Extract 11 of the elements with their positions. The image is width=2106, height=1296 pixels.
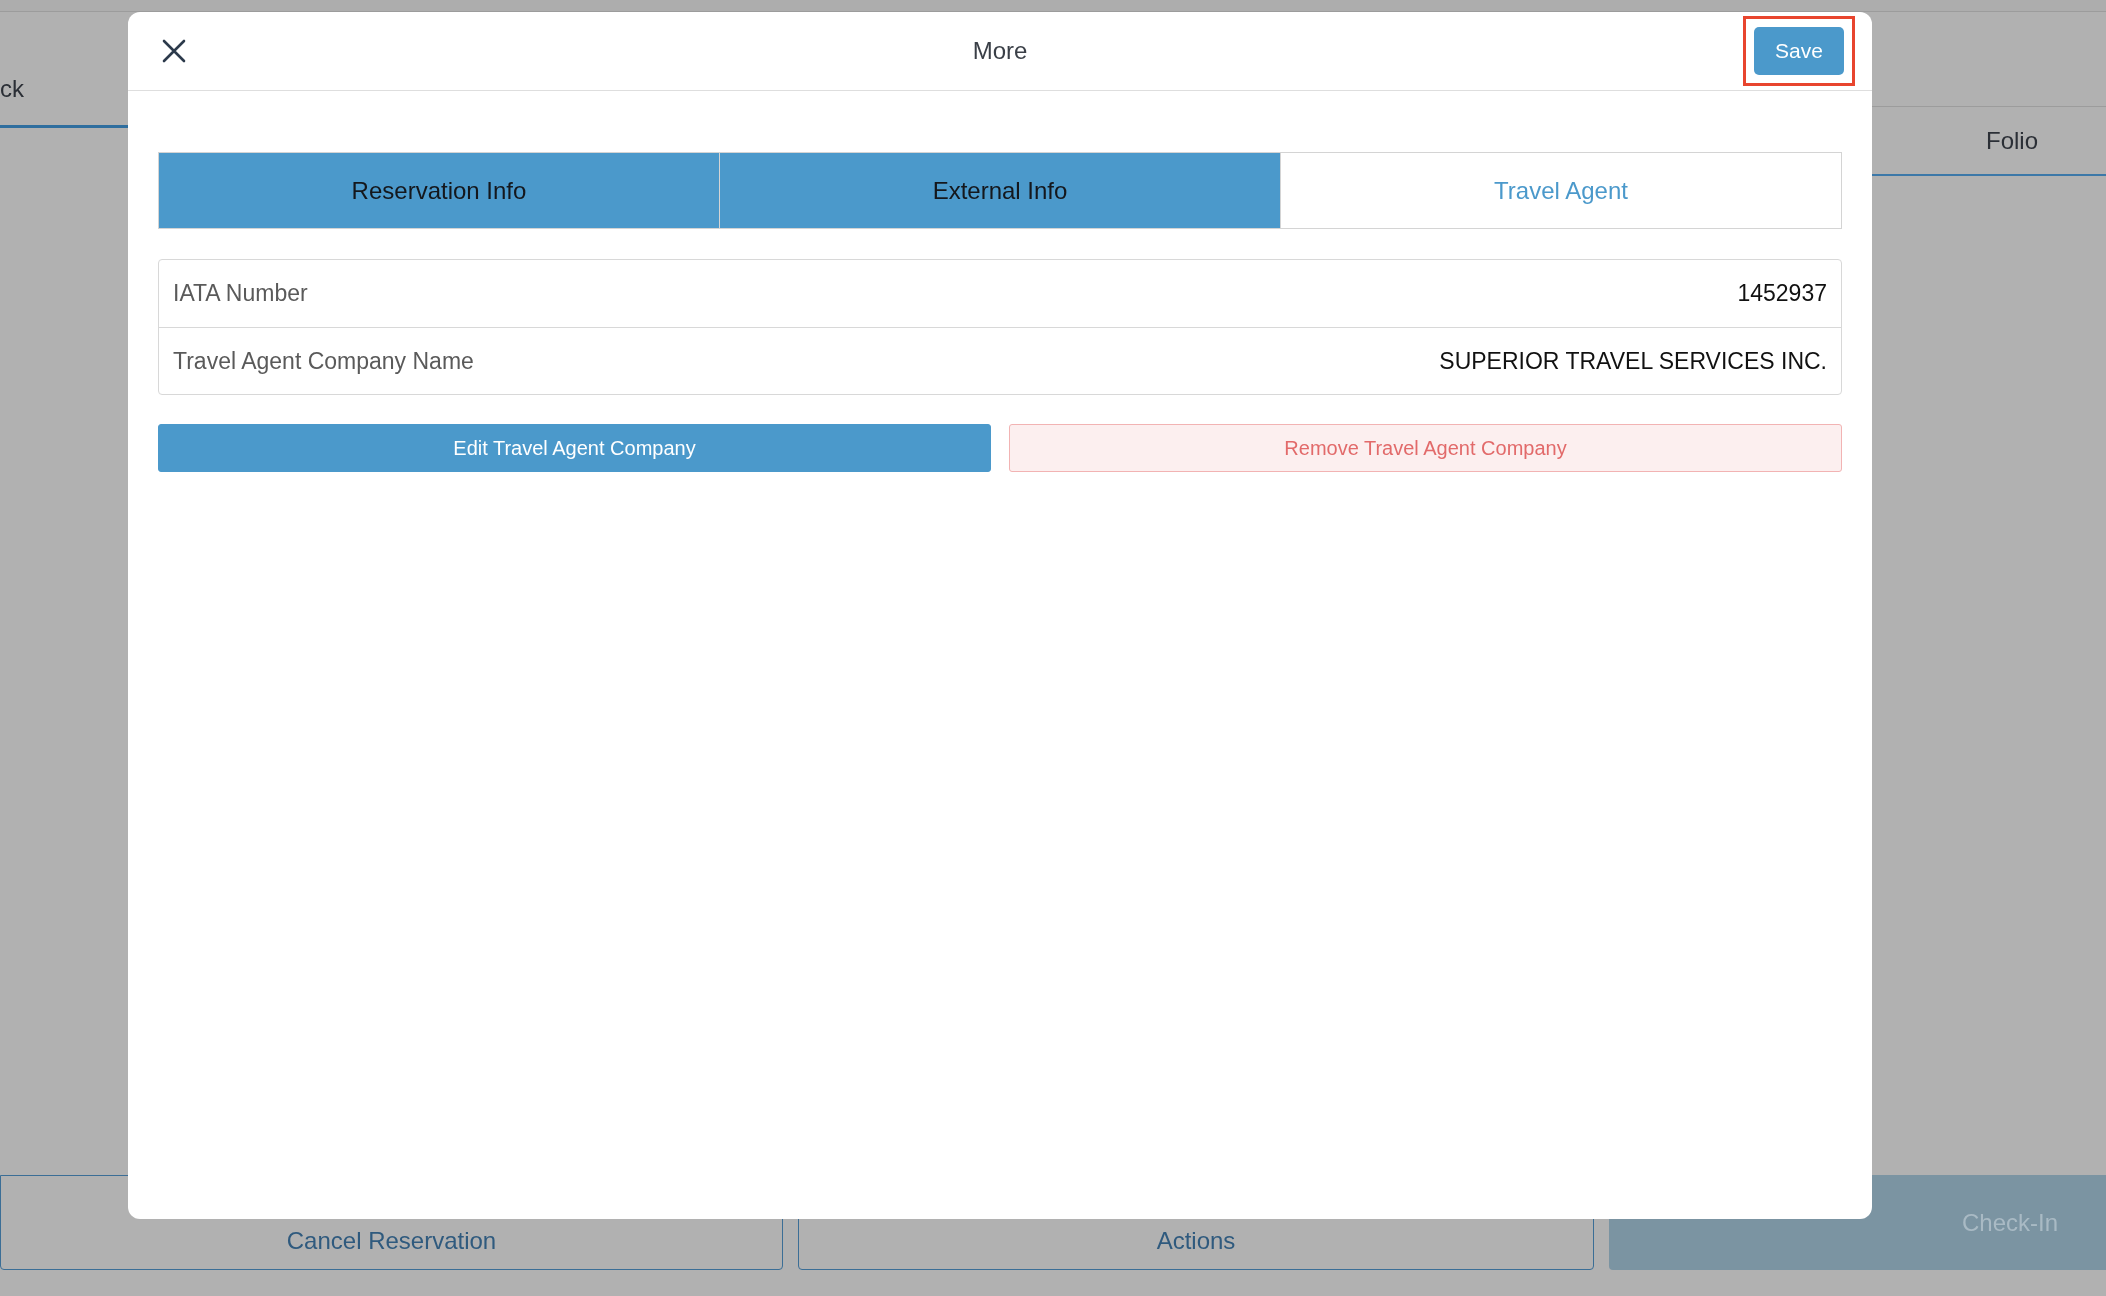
field-label: IATA Number xyxy=(173,279,308,309)
dialog-title: More xyxy=(972,36,1028,66)
dialog-tab[interactable]: Reservation Info xyxy=(159,153,719,228)
dialog-tab[interactable]: External Info xyxy=(719,153,1280,228)
field-value: SUPERIOR TRAVEL SERVICES INC. xyxy=(1439,346,1827,376)
save-button[interactable]: Save xyxy=(1754,27,1844,75)
action-button[interactable]: Edit Travel Agent Company xyxy=(158,424,991,472)
action-button[interactable]: Remove Travel Agent Company xyxy=(1009,424,1842,472)
close-icon[interactable] xyxy=(162,39,186,63)
field-label: Travel Agent Company Name xyxy=(173,346,474,376)
field-value: 1452937 xyxy=(1737,279,1827,309)
